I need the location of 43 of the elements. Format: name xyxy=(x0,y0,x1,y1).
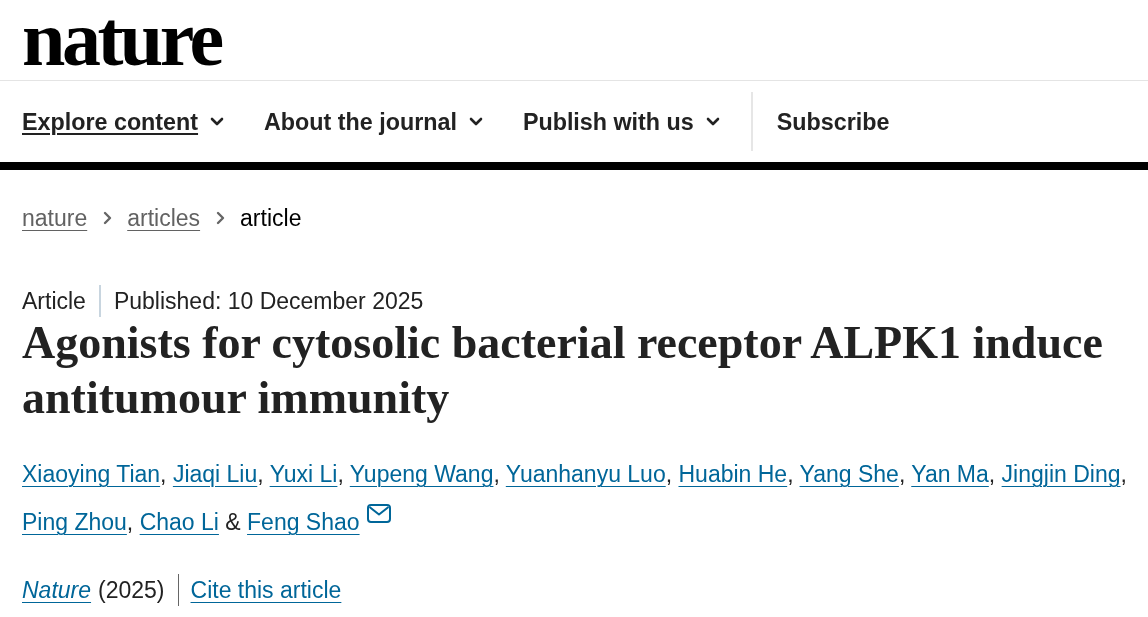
nav-menu-button[interactable]: About the journal xyxy=(264,106,483,137)
nav-menu-button[interactable]: Explore content xyxy=(22,106,225,137)
author-separator: , xyxy=(898,461,906,487)
author-separator: , xyxy=(126,509,134,535)
chevron-down-icon xyxy=(210,117,225,126)
author-link[interactable]: Yuxi Li xyxy=(269,461,338,487)
author-separator: , xyxy=(257,461,264,487)
article-type: Article xyxy=(22,287,86,315)
author-link[interactable]: Yuanhanyu Luo xyxy=(505,461,666,487)
author-link[interactable]: Xiaoying Tian xyxy=(22,461,161,487)
author-link[interactable]: Yang She xyxy=(799,461,899,487)
breadcrumb-link[interactable]: articles xyxy=(127,204,201,232)
chevron-down-icon xyxy=(468,117,483,126)
author-link[interactable]: Yan Ma xyxy=(911,461,989,487)
author-separator: , xyxy=(337,461,344,487)
author-separator: , xyxy=(493,461,500,487)
author-link[interactable]: Ping Zhou xyxy=(22,509,127,535)
site-logo[interactable]: nature xyxy=(22,4,221,74)
article-title: Agonists for cytosolic bacterial receptor ALPK1 induce antitumour immunity xyxy=(22,316,1104,425)
breadcrumb-current: article xyxy=(240,204,302,232)
author-separator: , xyxy=(160,461,167,487)
author-link[interactable]: Huabin He xyxy=(678,461,788,487)
mail-icon[interactable] xyxy=(366,504,391,523)
journal-link[interactable]: Nature xyxy=(22,576,92,604)
author-link[interactable]: Feng Shao xyxy=(247,509,360,535)
cite-link[interactable]: Cite this article xyxy=(190,576,342,604)
author-link[interactable]: Jiaqi Liu xyxy=(172,461,258,487)
author-separator: & xyxy=(225,509,241,535)
author-link[interactable]: Jingjin Ding xyxy=(1001,461,1121,487)
author-separator: , xyxy=(787,461,794,487)
publication-year: (2025) xyxy=(98,576,165,604)
chevron-right-icon xyxy=(216,211,226,225)
chevron-right-icon xyxy=(103,211,113,225)
nav-link[interactable]: Subscribe xyxy=(776,106,890,137)
publication-date: Published: 10 December 2025 xyxy=(113,287,424,315)
chevron-down-icon xyxy=(705,117,720,126)
author-link[interactable]: Chao Li xyxy=(139,509,219,535)
author-separator: , xyxy=(665,461,673,487)
author-separator: , xyxy=(1120,461,1127,487)
breadcrumb-link[interactable]: nature xyxy=(22,204,88,232)
author-separator: , xyxy=(988,461,996,487)
nav-menu-button[interactable]: Publish with us xyxy=(522,106,720,137)
author-link[interactable]: Yupeng Wang xyxy=(349,461,494,487)
